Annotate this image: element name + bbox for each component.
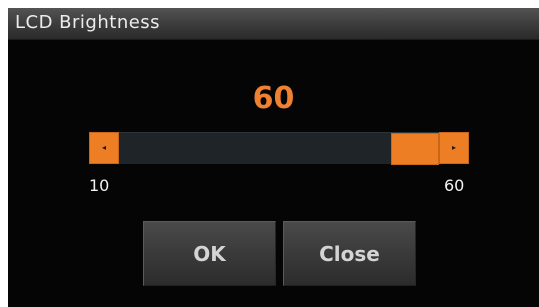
lcd-brightness-dialog: LCD Brightness 60 ◂ ▸ 10 60 OK Close	[8, 8, 539, 307]
ok-button[interactable]: OK	[143, 221, 276, 286]
decrease-brightness-button[interactable]: ◂	[89, 132, 119, 164]
triangle-left-icon: ◂	[101, 143, 106, 152]
close-button[interactable]: Close	[283, 221, 416, 286]
brightness-value: 60	[252, 81, 295, 116]
title-bar: LCD Brightness	[8, 8, 539, 40]
slider-max-label: 60	[444, 176, 465, 195]
triangle-right-icon: ▸	[451, 143, 456, 152]
slider-thumb[interactable]	[391, 133, 439, 165]
slider-track[interactable]	[119, 132, 439, 165]
brightness-slider[interactable]: ◂ ▸	[89, 132, 471, 165]
increase-brightness-button[interactable]: ▸	[439, 132, 469, 164]
dialog-title: LCD Brightness	[15, 12, 161, 33]
slider-min-label: 10	[89, 176, 110, 195]
